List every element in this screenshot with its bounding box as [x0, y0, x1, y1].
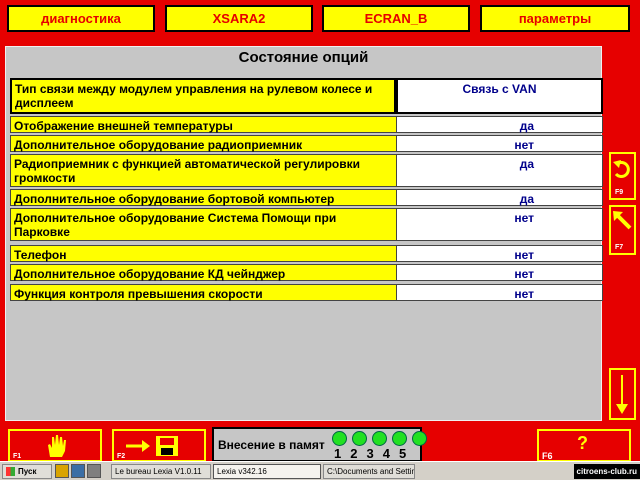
memory-indicator-icon [412, 431, 427, 446]
option-label: Телефон [10, 245, 396, 262]
option-label: Радиоприемник с функцией автоматической … [10, 154, 396, 187]
task-explorer[interactable]: C:\Documents and Settin... [323, 463, 415, 479]
f6-label: F6 [542, 451, 553, 461]
table-row: Дополнительное оборудование Система Помо… [10, 208, 603, 241]
option-label: Дополнительное оборудование КД чейнджер [10, 264, 396, 281]
stop-button[interactable]: F1 [8, 429, 102, 462]
table-row: Дополнительное оборудование радиоприемни… [10, 135, 603, 152]
refresh-button[interactable]: F9 [609, 152, 636, 200]
memory-slot-number: 5 [398, 446, 407, 461]
memory-slot-number: 2 [350, 446, 358, 461]
memory-label: Внесение в памят [218, 438, 325, 452]
tab-xsara2[interactable]: XSARA2 [165, 5, 313, 32]
refresh-icon [613, 160, 630, 178]
table-row: Дополнительное оборудование КД чейнджер … [10, 264, 603, 281]
help-button[interactable]: ? F6 [537, 429, 631, 462]
option-value: нет [396, 284, 603, 301]
table-row: Тип связи между модулем управления на ру… [10, 78, 603, 114]
tab-diagnostics[interactable]: диагностика [7, 5, 155, 32]
table-row: Радиоприемник с функцией автоматической … [10, 154, 603, 187]
option-label: Дополнительное оборудование бортовой ком… [10, 189, 396, 206]
table-row: Телефон нет [10, 245, 603, 262]
table-row: Функция контроля превышения скорости нет [10, 284, 603, 301]
tab-ecran-b[interactable]: ECRAN_B [322, 5, 470, 32]
option-value: нет [396, 135, 603, 152]
task-lexia-main[interactable]: Lexia v342.16 [213, 463, 321, 479]
options-panel: Состояние опций Тип связи между модулем … [5, 46, 603, 421]
save-to-disk-icon [126, 436, 178, 456]
memory-slot-number: 4 [382, 446, 390, 461]
option-value: да [396, 154, 603, 187]
start-button[interactable]: Пуск [2, 463, 52, 479]
option-value: нет [396, 245, 603, 262]
question-mark-icon: ? [577, 433, 588, 453]
scroll-down-button[interactable] [609, 368, 636, 420]
tab-parameters[interactable]: параметры [480, 5, 630, 32]
panel-title: Состояние опций [238, 49, 369, 66]
quicklaunch-app-icon[interactable] [87, 464, 101, 478]
memory-slot-number: 1 [334, 446, 342, 461]
windows-logo-icon [6, 466, 15, 476]
memory-panel: Внесение в памят 1 2 3 4 5 [212, 427, 427, 462]
memory-indicator-icon [332, 431, 347, 446]
option-label: Дополнительное оборудование радиоприемни… [10, 135, 396, 152]
f2-label: F2 [117, 453, 126, 460]
option-label: Отображение внешней температуры [10, 116, 396, 133]
tray-watermark: citroens-club.ru [573, 463, 640, 479]
option-value: нет [396, 264, 603, 281]
memory-indicator-icon [392, 431, 407, 446]
task-label: C:\Documents and Settin... [327, 466, 415, 476]
save-button[interactable]: F2 [112, 429, 206, 462]
option-value: Связь с VAN [396, 78, 603, 114]
quicklaunch-folder-icon[interactable] [55, 464, 69, 478]
taskbar: Пуск Le bureau Lexia V1.0.11 Lexia v342.… [0, 461, 640, 480]
quicklaunch-browser-icon[interactable] [71, 464, 85, 478]
memory-indicator-icon [372, 431, 387, 446]
task-lexia-desktop[interactable]: Le bureau Lexia V1.0.11 [111, 463, 211, 479]
arrow-up-left-icon [613, 211, 632, 230]
option-value: да [396, 189, 603, 206]
memory-indicator-icon [352, 431, 367, 446]
f9-label: F9 [615, 189, 624, 196]
start-label: Пуск [18, 466, 37, 476]
option-value: нет [396, 208, 603, 241]
option-label: Функция контроля превышения скорости [10, 284, 396, 301]
f1-label: F1 [13, 453, 22, 460]
task-label: Le bureau Lexia V1.0.11 [115, 466, 202, 476]
memory-slot-number: 3 [366, 446, 374, 461]
f7-label: F7 [615, 244, 624, 251]
option-value: да [396, 116, 603, 133]
table-row: Дополнительное оборудование бортовой ком… [10, 189, 603, 206]
option-label: Дополнительное оборудование Система Помо… [10, 208, 396, 241]
arrow-down-icon [616, 375, 628, 414]
back-button[interactable]: F7 [609, 205, 636, 255]
task-label: Lexia v342.16 [217, 466, 267, 476]
hand-icon [48, 435, 66, 457]
option-label: Тип связи между модулем управления на ру… [10, 78, 396, 114]
table-row: Отображение внешней температуры да [10, 116, 603, 133]
